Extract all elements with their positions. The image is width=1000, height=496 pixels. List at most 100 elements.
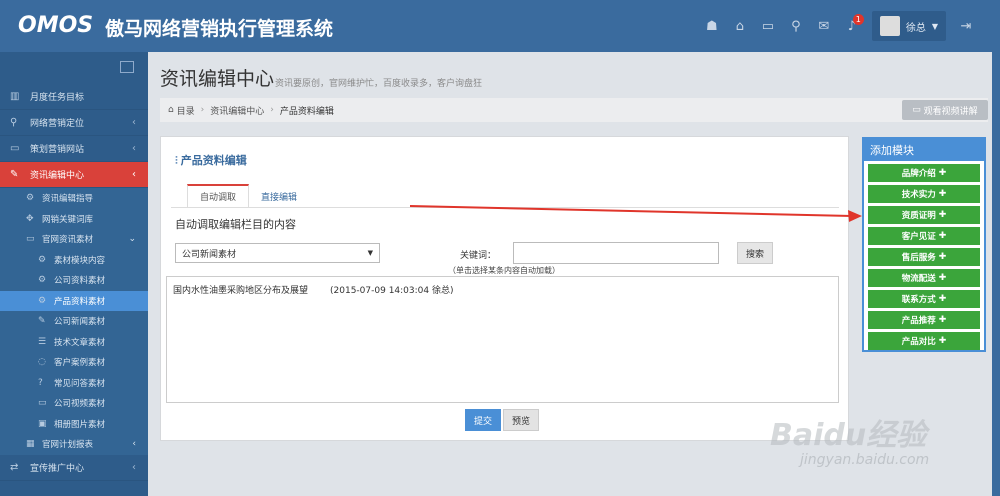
sidebar-item-marketing-positioning[interactable]: ⚲ 网络营销定位 ‹ [0,110,148,136]
app-title: 傲马网络营销执行管理系统 [105,18,334,40]
chevron-left-icon: ‹ [132,439,136,450]
sidebar-item-label: 素材模块内容 [54,255,106,266]
module-label: 产品推荐 [901,316,936,326]
sidebar-item-content-center[interactable]: ✎ 资讯编辑中心 ‹ [0,162,148,188]
section-label: 自动调取编辑栏目的内容 [175,218,296,231]
module-button-after-sales[interactable]: 售后服务 ✚ [868,248,980,266]
module-button-compare[interactable]: 产品对比 ✚ [868,332,980,350]
plus-icon: ✚ [938,168,947,178]
monitor-icon: ▭ [10,143,20,154]
logout-icon[interactable]: ⇥ [952,12,980,40]
folder-icon: ▭ [26,234,35,245]
tab-auto-fetch[interactable]: 自动调取 [187,184,250,208]
sidebar-sub-materials[interactable]: ▭ 官网资讯素材 ⌄ [0,229,148,250]
gear-icon: ⚙ [38,295,47,306]
top-bar: OMOS 傲马网络营销执行管理系统 ☗ ⌂ ▭ ⚲ ✉ ♪ 1 徐总 ▼ ⇥ [0,0,1000,52]
location-icon: ⚲ [10,117,18,128]
edit-panel: ⫶ 产品资料编辑 自动调取 直接编辑 自动调取编辑栏目的内容 公司新闻素材 ▼ 关… [160,136,849,441]
sidebar-sub-tech-articles[interactable]: ☰ 技术文章素材 [0,331,148,352]
image-icon: ▣ [38,418,47,429]
user-name: 徐总 [905,22,926,34]
sidebar-item-label: 常见问答素材 [54,378,106,389]
module-label: 资质证明 [901,211,936,221]
breadcrumb-root[interactable]: 目录 [177,104,195,117]
add-module-panel: 添加模块 品牌介绍 ✚ 技术实力 ✚ 资质证明 ✚ 客户见证 ✚ 售后服务 ✚ 物流配送 ✚… [862,137,986,352]
folder-icon[interactable]: ▭ [754,12,782,40]
bell-icon[interactable]: ♪ 1 [838,12,866,40]
app-logo[interactable]: OMOS [18,13,93,38]
share-icon: ⇄ [10,461,19,473]
sidebar-sub-keywords[interactable]: ✥ 网销关键词库 [0,208,148,229]
right-scrollbar[interactable] [992,52,1000,496]
module-label: 技术实力 [901,190,936,200]
breadcrumb: ⌂ 目录 › 资讯编辑中心 › 产品资料编辑 [160,98,988,122]
module-button-contact[interactable]: 联系方式 ✚ [868,290,980,308]
sidebar-toggle[interactable] [0,52,148,84]
chevron-left-icon: ‹ [132,461,136,473]
sidebar-item-promotion[interactable]: ⇄ 宣传推广中心 ‹ [0,455,148,481]
annotation-arrow [409,205,862,222]
preview-button[interactable]: 预览 [503,409,539,431]
android-icon[interactable]: ☗ [698,12,726,40]
list-item[interactable]: 国内水性油墨采购地区分布及展望 (2015-07-09 14:03:04 徐总) [173,283,454,296]
breadcrumb-level1[interactable]: 资讯编辑中心 [210,104,264,117]
tab-direct-edit[interactable]: 直接编辑 [249,184,309,208]
mail-icon[interactable]: ✉ [810,12,838,40]
video-icon: ▭ [912,105,924,115]
sidebar-sub-photos[interactable]: ▣ 相册图片素材 [0,413,148,434]
watch-video-button[interactable]: ▭ 观看视频讲解 [902,100,988,120]
keyword-label: 关键词： [460,251,497,261]
plus-icon: ✚ [938,336,947,346]
sidebar-sub-guide[interactable]: ⚙ 资讯编辑指导 [0,188,148,209]
sidebar-sub-company-info[interactable]: ⚙ 公司资料素材 [0,270,148,291]
location-icon[interactable]: ⚲ [782,12,810,40]
results-list[interactable]: 国内水性油墨采购地区分布及展望 (2015-07-09 14:03:04 徐总) [166,276,839,403]
chevron-left-icon: ‹ [132,169,136,180]
panel-title: ⫶ 产品资料编辑 [175,152,247,168]
module-label: 物流配送 [901,274,936,284]
plus-icon: ✚ [938,294,947,304]
avatar [879,16,900,36]
sidebar-item-marketing-site[interactable]: ▭ 策划营销网站 ‹ [0,136,148,162]
category-select-value: 公司新闻素材 [182,249,237,260]
sidebar-sub-videos[interactable]: ▭ 公司视频素材 [0,393,148,414]
module-button-tech[interactable]: 技术实力 ✚ [868,185,980,203]
add-module-title: 添加模块 [864,139,984,161]
module-button-recommend[interactable]: 产品推荐 ✚ [868,311,980,329]
plus-icon: ✚ [938,210,947,220]
sidebar-sub-faq[interactable]: ? 常见问答素材 [0,372,148,393]
keyword-input[interactable] [513,242,719,264]
sidebar-item-label: 产品资料素材 [54,296,106,307]
category-select[interactable]: 公司新闻素材 ▼ [175,243,380,263]
sidebar-item-label: 网销关键词库 [42,214,94,225]
sidebar-item-label: 公司新闻素材 [54,317,106,328]
user-menu[interactable]: 徐总 ▼ [871,11,946,41]
home-icon[interactable]: ⌂ [726,12,754,40]
page-title: 资讯编辑中心 [160,68,275,90]
module-label: 联系方式 [901,295,936,305]
plus-icon: ✚ [938,252,947,262]
sliders-icon: ⫶ [175,154,178,167]
chevron-down-icon: ⌄ [128,234,136,245]
watermark-logo: Baidu经验 [770,418,927,453]
module-button-brand[interactable]: 品牌介绍 ✚ [868,164,980,182]
chevron-left-icon: ‹ [132,117,136,128]
sidebar-sub-company-news[interactable]: ✎ 公司新闻素材 [0,311,148,332]
module-button-logistics[interactable]: 物流配送 ✚ [868,269,980,287]
question-icon: ? [38,377,43,388]
submit-button[interactable]: 提交 [465,409,501,431]
module-button-testimonial[interactable]: 客户见证 ✚ [868,227,980,245]
sidebar-sub-plan-report[interactable]: ▦ 官网计划报表 ‹ [0,434,148,455]
plus-icon: ✚ [938,273,947,283]
breadcrumb-separator: › [270,105,274,115]
search-button[interactable]: 搜索 [737,242,773,264]
module-label: 产品对比 [901,337,936,347]
sidebar-sub-module-content[interactable]: ⚙ 素材模块内容 [0,249,148,270]
sidebar-sub-product-info[interactable]: ⚙ 产品资料素材 [0,290,148,311]
sidebar-item-monthly-goals[interactable]: ▥ 月度任务目标 [0,84,148,110]
module-button-certification[interactable]: 资质证明 ✚ [868,206,980,224]
result-title: 国内水性油墨采购地区分布及展望 [173,286,309,296]
sidebar: ▥ 月度任务目标 ⚲ 网络营销定位 ‹ ▭ 策划营销网站 ‹ ✎ 资讯编辑中心 … [0,52,148,496]
sidebar-sub-client-cases[interactable]: ◌ 客户案例素材 [0,352,148,373]
watermark-url: jingyan.baidu.com [800,452,930,468]
